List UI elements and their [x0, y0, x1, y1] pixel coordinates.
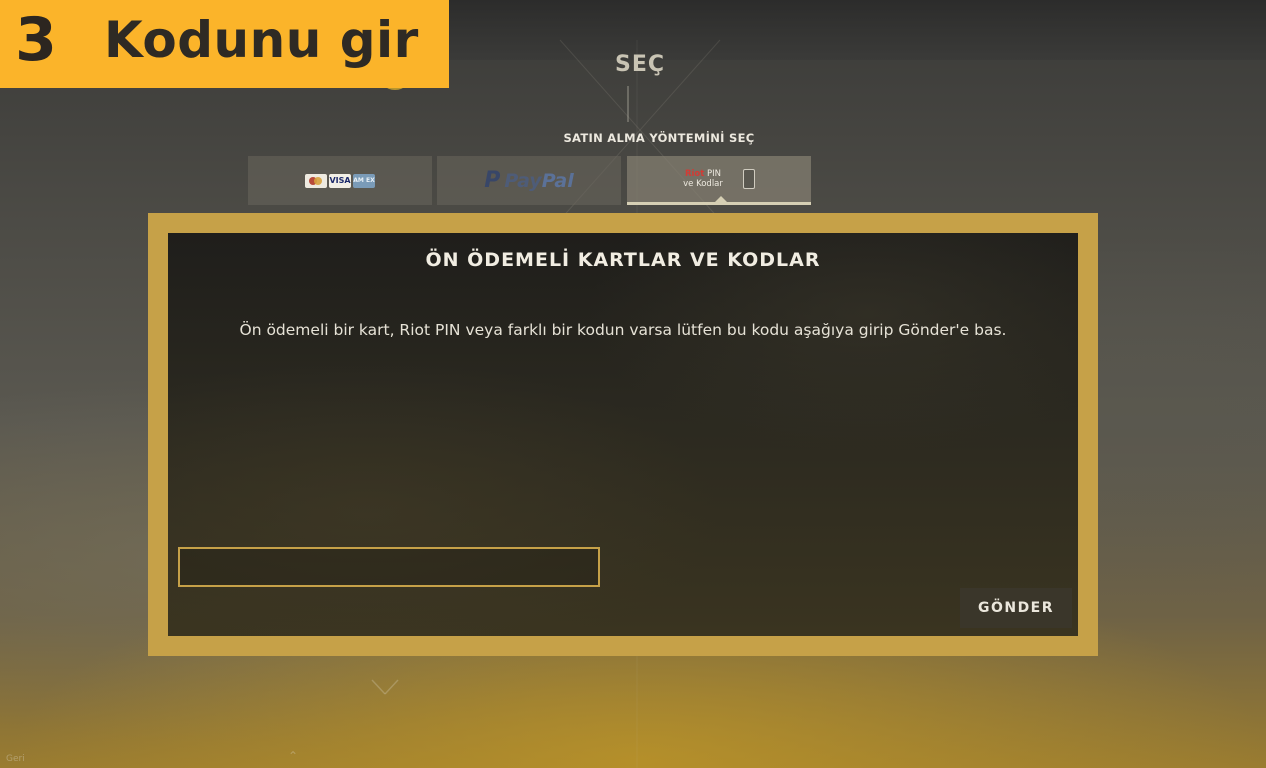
- tab-paypal[interactable]: P PayPal: [437, 156, 621, 205]
- modal-title: ÖN ÖDEMELİ KARTLAR VE KODLAR: [425, 249, 821, 271]
- tab-riot-pin-codes[interactable]: Riot PIN ve Kodlar: [627, 156, 811, 205]
- prepaid-codes-modal: ÖN ÖDEMELİ KARTLAR VE KODLAR Ön ödemeli …: [168, 233, 1078, 636]
- prepaid-codes-modal-highlight: ÖN ÖDEMELİ KARTLAR VE KODLAR Ön ödemeli …: [148, 213, 1098, 656]
- selected-tab-caret-icon: [715, 196, 727, 202]
- payment-method-label: SATIN ALMA YÖNTEMİNİ SEÇ: [563, 131, 755, 145]
- step-number: 3: [15, 5, 57, 75]
- modal-description: Ön ödemeli bir kart, Riot PIN veya farkl…: [239, 321, 1007, 339]
- step-banner: 3 Kodunu gir: [0, 0, 449, 88]
- submit-button[interactable]: GÖNDER: [960, 588, 1072, 628]
- paypal-logo: P PayPal: [484, 168, 574, 193]
- tab-credit-cards[interactable]: VISA AM EX: [248, 156, 432, 205]
- visa-icon: VISA: [329, 173, 351, 188]
- riot-pin-logo: Riot PIN ve Kodlar: [683, 169, 723, 189]
- chevron-up-icon: ⌃: [288, 749, 299, 763]
- code-input[interactable]: [178, 547, 600, 587]
- step-title: Kodunu gir: [104, 11, 419, 69]
- amex-icon: AM EX: [353, 173, 375, 188]
- bottom-hint: Geri: [6, 754, 25, 764]
- prepaid-card-icon: [742, 169, 755, 189]
- page-title: SEÇ: [614, 52, 666, 77]
- mastercard-icon: [305, 173, 327, 188]
- payment-method-tabs: VISA AM EX P PayPal Riot PIN ve Kodlar: [248, 156, 811, 205]
